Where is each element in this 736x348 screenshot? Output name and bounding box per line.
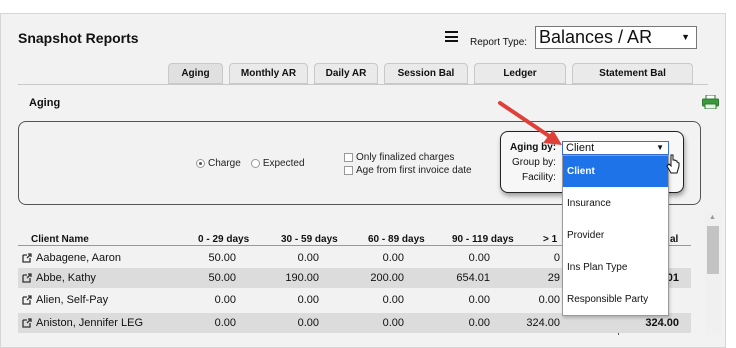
checkbox-icon bbox=[344, 166, 353, 175]
radio-expected-label: Expected bbox=[262, 158, 305, 169]
cell-0-29: 0.00 bbox=[214, 317, 236, 329]
cell-120-plus: 0.00 bbox=[538, 294, 560, 306]
col-60-89: 60 - 89 days bbox=[368, 234, 425, 245]
tab-session-bal[interactable]: Session Bal bbox=[384, 63, 468, 84]
client-name[interactable]: Aniston, Jennifer LEG bbox=[36, 317, 143, 329]
cell-0-29: 0.00 bbox=[214, 294, 236, 306]
scrollbar-thumb[interactable] bbox=[707, 226, 719, 274]
radio-charge-label: Charge bbox=[208, 158, 241, 169]
client-name[interactable]: Alien, Self-Pay bbox=[36, 294, 108, 306]
tab-statement-bal[interactable]: Statement Bal bbox=[572, 63, 693, 84]
cell-60-89: 200.00 bbox=[370, 272, 404, 284]
checkbox-finalized[interactable]: Only finalized charges bbox=[344, 151, 472, 164]
client-name[interactable]: Aabagene, Aaron bbox=[36, 252, 121, 264]
cell-0-29: 50.00 bbox=[208, 252, 236, 264]
facility-label: Facility: bbox=[522, 172, 556, 183]
external-link-icon[interactable] bbox=[22, 295, 32, 305]
cell-90-119: 0.00 bbox=[468, 294, 490, 306]
option-insurance[interactable]: Insurance bbox=[563, 188, 668, 219]
radio-dot-icon bbox=[196, 159, 205, 168]
annotation-arrow-icon bbox=[498, 101, 562, 145]
tab-daily-ar[interactable]: Daily AR bbox=[314, 63, 378, 84]
filter-checkboxes: Only finalized charges Age from first in… bbox=[344, 151, 472, 177]
cell-60-89: 0.00 bbox=[382, 317, 404, 329]
client-name-cell[interactable]: Aniston, Jennifer LEG bbox=[22, 317, 143, 329]
cell-120-plus: 29 bbox=[547, 272, 560, 284]
aging-by-select[interactable]: Client ▼ bbox=[562, 141, 669, 155]
table-row[interactable]: Alien, Self-Pay 0.00 0.00 0.00 0.00 0.00 bbox=[18, 290, 619, 310]
option-provider[interactable]: Provider bbox=[563, 220, 668, 251]
table-row[interactable]: Aniston, Jennifer LEG 0.00 0.00 0.00 0.0… bbox=[18, 313, 619, 333]
total-cell: 324.00 bbox=[619, 313, 691, 333]
report-type-value: Balances / AR bbox=[539, 27, 653, 47]
radio-dot-icon bbox=[250, 159, 260, 168]
tab-monthly-ar[interactable]: Monthly AR bbox=[229, 63, 308, 84]
checkbox-finalized-label: Only finalized charges bbox=[356, 152, 455, 163]
checkbox-icon bbox=[344, 153, 353, 162]
col-0-29: 0 - 29 days bbox=[198, 234, 250, 245]
scroll-up-icon[interactable]: ▲ bbox=[709, 214, 716, 221]
col-90-119: 90 - 119 days bbox=[452, 234, 514, 245]
cell-120-plus: 324.00 bbox=[526, 317, 560, 329]
external-link-icon[interactable] bbox=[22, 318, 32, 328]
col-client-name: Client Name bbox=[31, 234, 89, 245]
client-name-cell[interactable]: Alien, Self-Pay bbox=[22, 294, 108, 306]
tab-ledger[interactable]: Ledger bbox=[474, 63, 566, 84]
aging-by-value: Client bbox=[566, 142, 595, 154]
report-type-select[interactable]: Balances / AR ▼ bbox=[535, 26, 697, 49]
page-title: Snapshot Reports bbox=[18, 30, 139, 46]
group-by-label: Group by: bbox=[512, 157, 556, 168]
cell-30-59: 0.00 bbox=[297, 252, 319, 264]
menu-icon[interactable] bbox=[445, 31, 458, 42]
printer-icon[interactable] bbox=[702, 95, 719, 109]
external-link-icon[interactable] bbox=[22, 253, 32, 263]
cell-120-plus: 0 bbox=[553, 252, 560, 264]
option-client[interactable]: Client bbox=[563, 156, 668, 187]
external-link-icon[interactable] bbox=[22, 273, 32, 283]
cell-30-59: 0.00 bbox=[297, 294, 319, 306]
checkbox-first-invoice-label: Age from first invoice date bbox=[356, 165, 472, 176]
cell-60-89: 0.00 bbox=[382, 294, 404, 306]
section-title: Aging bbox=[29, 97, 61, 109]
mouse-cursor-icon bbox=[666, 154, 680, 174]
chevron-down-icon: ▼ bbox=[656, 143, 664, 152]
aging-by-dropdown: Client Insurance Provider Ins Plan Type … bbox=[562, 155, 669, 316]
cell-90-119: 0.00 bbox=[468, 252, 490, 264]
col-total: al bbox=[670, 234, 679, 245]
cell-0-29: 50.00 bbox=[208, 272, 236, 284]
tab-aging[interactable]: Aging bbox=[168, 63, 223, 84]
cell-30-59: 0.00 bbox=[297, 317, 319, 329]
cell-30-59: 190.00 bbox=[285, 272, 319, 284]
cell-90-119: 654.01 bbox=[456, 272, 490, 284]
radio-charge[interactable]: Charge bbox=[196, 158, 241, 169]
client-name-cell[interactable]: Abbe, Kathy bbox=[22, 272, 96, 284]
cell-60-89: 0.00 bbox=[382, 252, 404, 264]
col-30-59: 30 - 59 days bbox=[281, 234, 338, 245]
table-row[interactable]: Abbe, Kathy 50.00 190.00 200.00 654.01 2… bbox=[18, 268, 619, 288]
option-responsible-party[interactable]: Responsible Party bbox=[563, 284, 668, 315]
radio-expected[interactable]: Expected bbox=[250, 158, 305, 169]
basis-radio-group: Charge Expected bbox=[196, 158, 305, 169]
table-row[interactable]: Aabagene, Aaron 50.00 0.00 0.00 0.00 0 bbox=[18, 248, 619, 268]
cell-90-119: 0.00 bbox=[468, 317, 490, 329]
chevron-down-icon: ▼ bbox=[681, 32, 690, 42]
col-120-plus: > 1 bbox=[543, 234, 558, 245]
report-type-label: Report Type: bbox=[470, 37, 528, 48]
client-name[interactable]: Abbe, Kathy bbox=[36, 272, 96, 284]
client-name-cell[interactable]: Aabagene, Aaron bbox=[22, 252, 121, 264]
tab-divider bbox=[18, 84, 708, 85]
option-ins-plan-type[interactable]: Ins Plan Type bbox=[563, 252, 668, 283]
checkbox-first-invoice[interactable]: Age from first invoice date bbox=[344, 164, 472, 177]
